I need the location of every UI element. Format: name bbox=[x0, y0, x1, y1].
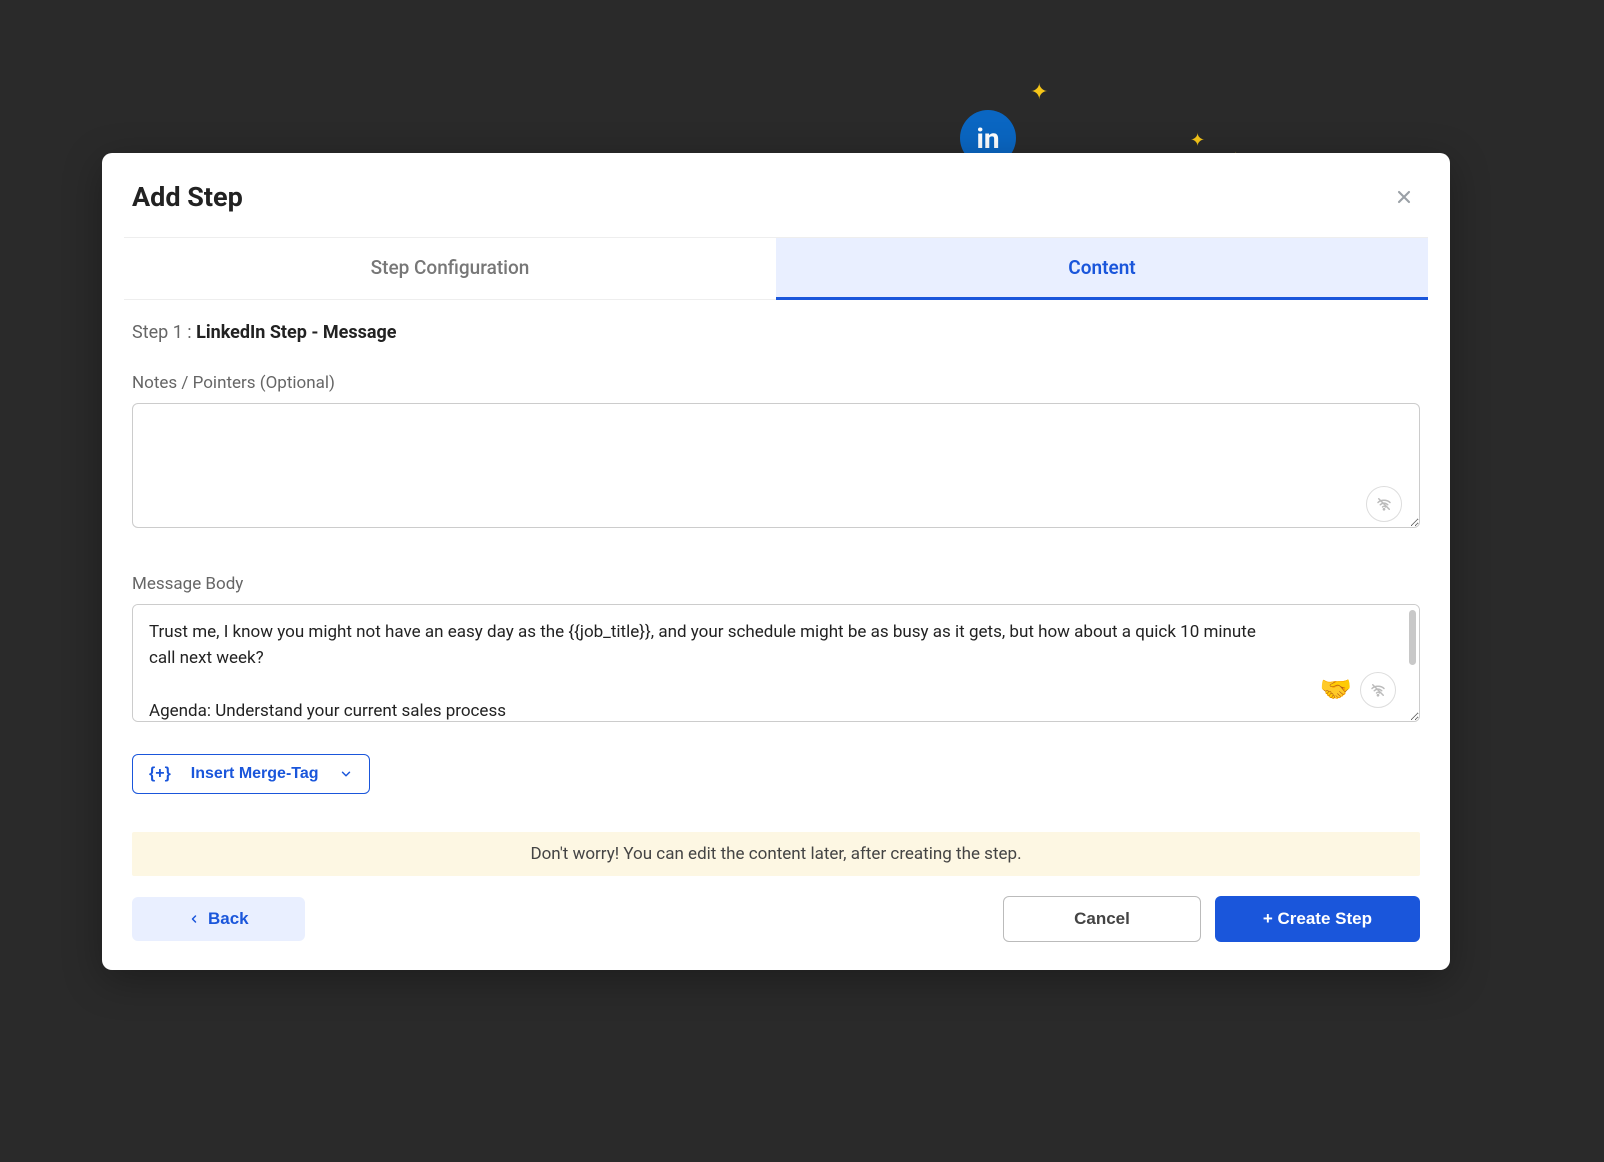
chevron-down-icon bbox=[339, 767, 353, 781]
content-area: Step 1 : LinkedIn Step - Message Notes /… bbox=[102, 300, 1450, 810]
close-button[interactable] bbox=[1388, 181, 1420, 213]
modal-footer: Back Cancel + Create Step bbox=[102, 876, 1450, 970]
tab-content[interactable]: Content bbox=[776, 238, 1428, 300]
message-wrap: 🤝 bbox=[132, 604, 1420, 726]
back-label: Back bbox=[208, 909, 249, 929]
modal-title: Add Step bbox=[132, 181, 243, 213]
handshake-icon: 🤝 bbox=[1320, 675, 1352, 705]
sparkle-icon: ✦ bbox=[1030, 80, 1048, 105]
notes-input[interactable] bbox=[132, 403, 1420, 528]
info-banner: Don't worry! You can edit the content la… bbox=[132, 832, 1420, 876]
wifi-off-icon bbox=[1360, 672, 1396, 708]
merge-tag-prefix: {+} bbox=[149, 765, 171, 783]
close-icon bbox=[1394, 187, 1414, 207]
cancel-button[interactable]: Cancel bbox=[1003, 896, 1201, 942]
footer-right: Cancel + Create Step bbox=[1003, 896, 1420, 942]
sparkle-icon: ✦ bbox=[1190, 130, 1205, 151]
tabs: Step Configuration Content bbox=[124, 237, 1428, 300]
modal-header: Add Step bbox=[102, 153, 1450, 237]
insert-merge-tag-button[interactable]: {+} Insert Merge-Tag bbox=[132, 754, 370, 794]
add-step-modal: Add Step Step Configuration Content Step… bbox=[102, 153, 1450, 970]
message-label: Message Body bbox=[132, 574, 1420, 594]
notes-label: Notes / Pointers (Optional) bbox=[132, 373, 1420, 393]
create-step-button[interactable]: + Create Step bbox=[1215, 896, 1420, 942]
chevron-left-icon bbox=[188, 913, 200, 925]
back-button[interactable]: Back bbox=[132, 897, 305, 941]
scrollbar[interactable] bbox=[1409, 610, 1416, 665]
step-name: LinkedIn Step - Message bbox=[196, 322, 396, 343]
message-icons: 🤝 bbox=[1320, 672, 1396, 708]
message-input[interactable] bbox=[132, 604, 1420, 722]
step-label: Step 1 : LinkedIn Step - Message bbox=[132, 322, 1420, 343]
step-prefix: Step 1 : bbox=[132, 322, 196, 343]
tab-step-configuration[interactable]: Step Configuration bbox=[124, 238, 776, 299]
wifi-off-icon bbox=[1366, 486, 1402, 522]
merge-tag-label: Insert Merge-Tag bbox=[191, 765, 319, 783]
notes-wrap bbox=[132, 403, 1420, 532]
